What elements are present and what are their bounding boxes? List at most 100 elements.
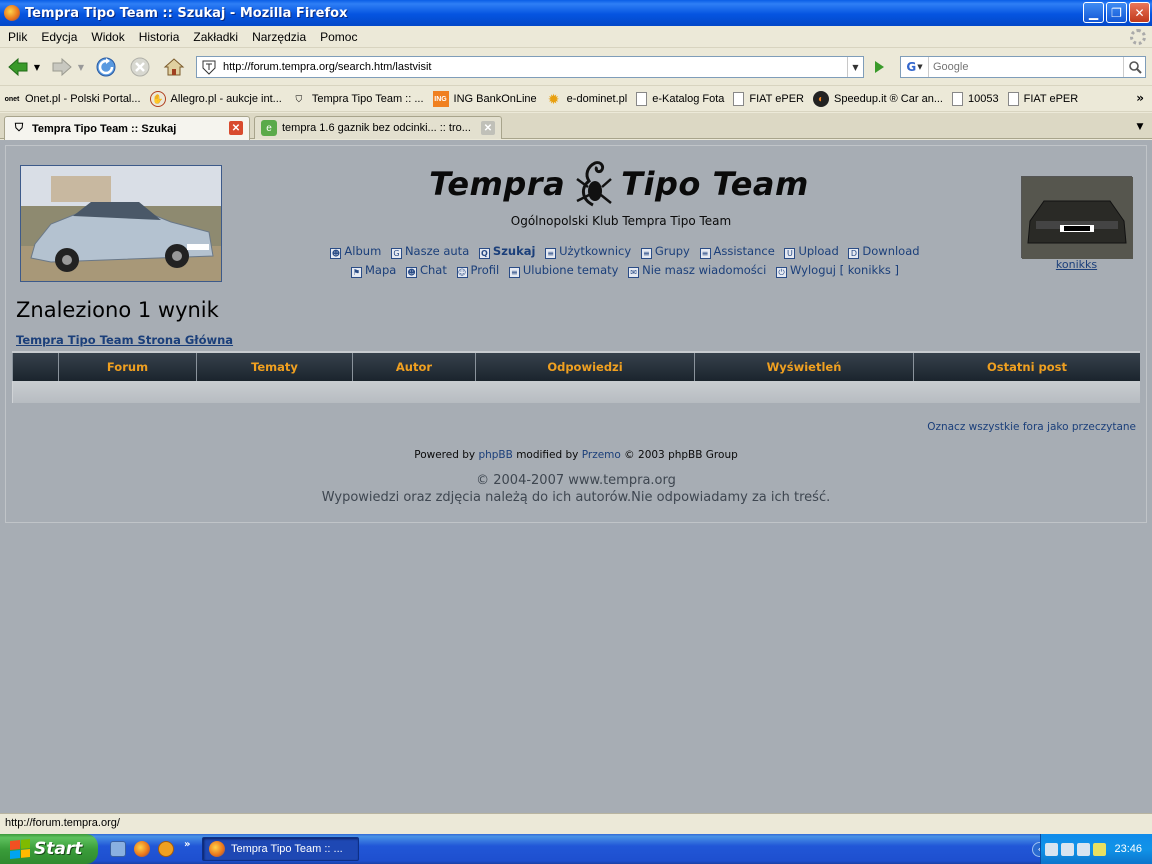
page-title: Znaleziono 1 wynik xyxy=(16,298,219,322)
avatar-username[interactable]: konikks xyxy=(1021,258,1132,271)
menu-narzedzia[interactable]: Narzędzia xyxy=(246,30,314,44)
search-engine-selector[interactable]: G ▼ xyxy=(901,57,929,77)
system-tray: 23:46 xyxy=(1040,834,1152,864)
page-icon xyxy=(636,92,648,106)
firefox-icon xyxy=(4,5,20,21)
nav-ulubione[interactable]: ≡ Ulubione tematy xyxy=(508,263,618,278)
page-icon xyxy=(1007,92,1019,106)
clock: 23:46 xyxy=(1114,843,1142,855)
bookmark-onet[interactable]: onet Onet.pl - Polski Portal... xyxy=(4,91,141,107)
menu-zakladki[interactable]: Zakładki xyxy=(187,30,246,44)
quicklaunch-overflow-icon[interactable]: » xyxy=(184,839,190,850)
close-tab-icon[interactable]: ✕ xyxy=(481,121,495,135)
search-input[interactable] xyxy=(929,61,1123,73)
taskbar-item-firefox[interactable]: Tempra Tipo Team :: ... xyxy=(202,837,359,861)
messages-icon: ✉ xyxy=(628,267,640,278)
home-button[interactable] xyxy=(162,55,186,79)
phpbb-link[interactable]: phpBB xyxy=(478,449,512,461)
profile-icon: ☺ xyxy=(456,267,468,278)
nav-download[interactable]: D Download xyxy=(848,244,920,259)
users-icon: ≡ xyxy=(545,248,557,259)
minimize-button[interactable]: ▁ xyxy=(1083,2,1104,23)
bookmark-ekatalog[interactable]: e-Katalog Fota xyxy=(636,92,724,106)
nav-uzytkownicy[interactable]: ≡ Użytkownicy xyxy=(545,244,631,259)
go-button[interactable] xyxy=(868,57,890,77)
mark-all-read-link[interactable]: Oznacz wszystkie fora jako przeczytane xyxy=(927,421,1136,433)
bookmark-speedup[interactable]: ◐ Speedup.it ® Car an... xyxy=(812,91,943,107)
volume-icon[interactable] xyxy=(1061,842,1075,856)
menu-widok[interactable]: Widok xyxy=(85,30,132,44)
menu-edycja[interactable]: Edycja xyxy=(35,30,85,44)
column-header-autor: Autor xyxy=(352,351,476,381)
bookmark-fiat-eper-2[interactable]: FIAT ePER xyxy=(1007,92,1078,106)
start-button[interactable]: Start xyxy=(0,834,98,864)
taskbar: Start » Tempra Tipo Team :: ... ‹ 23:46 xyxy=(0,834,1152,864)
maximize-button[interactable]: ❐ xyxy=(1106,2,1127,23)
nav-profil[interactable]: ☺ Profil xyxy=(456,263,499,278)
bookmark-tempra[interactable]: ⛉ Tempra Tipo Team :: ... xyxy=(291,91,423,107)
nav-grupy[interactable]: ≡ Grupy xyxy=(640,244,690,259)
avatar[interactable] xyxy=(1021,176,1133,259)
results-table: Forum Tematy Autor Odpowiedzi Wyświetleń… xyxy=(12,351,1140,403)
powered-by: Powered by phpBB modified by Przemo © 20… xyxy=(414,449,738,461)
windows-logo-icon xyxy=(10,838,30,860)
close-button[interactable]: ✕ xyxy=(1129,2,1150,23)
bookmark-ing[interactable]: ING ING BankOnLine xyxy=(432,91,537,107)
back-button[interactable] xyxy=(6,55,30,79)
tab-list-dropdown[interactable]: ▼ xyxy=(1130,116,1150,138)
google-icon: G xyxy=(906,60,917,74)
network-icon[interactable] xyxy=(1045,842,1059,856)
nav-wiadomosci[interactable]: ✉ Nie masz wiadomości xyxy=(628,263,766,278)
menu-historia[interactable]: Historia xyxy=(133,30,188,44)
menu-pomoc[interactable]: Pomoc xyxy=(314,30,365,44)
tab-tempra-gaznik[interactable]: e tempra 1.6 gaznik bez odcinki... :: tr… xyxy=(254,116,502,139)
site-favicon-icon: e xyxy=(261,120,277,136)
bookmark-edominet[interactable]: ✹ e-dominet.pl xyxy=(546,91,627,107)
battery-icon[interactable] xyxy=(1093,842,1107,856)
ing-icon: ING xyxy=(432,91,449,107)
window-title: Tempra Tipo Team :: Szukaj - Mozilla Fir… xyxy=(25,5,348,21)
footer-copyright: © 2004-2007 www.tempra.org Wypowiedzi or… xyxy=(0,472,1152,506)
bookmark-10053[interactable]: 10053 xyxy=(952,92,999,106)
breadcrumb[interactable]: Tempra Tipo Team Strona Główna xyxy=(16,333,233,347)
window-titlebar[interactable]: Tempra Tipo Team :: Szukaj - Mozilla Fir… xyxy=(0,0,1152,26)
car-icon: G xyxy=(390,248,402,259)
url-history-dropdown[interactable]: ▼ xyxy=(847,57,863,77)
menu-plik[interactable]: Plik xyxy=(2,30,35,44)
nav-wyloguj[interactable]: ⏻ Wyloguj [ konikks ] xyxy=(775,263,899,278)
nav-upload[interactable]: U Upload xyxy=(784,244,839,259)
przemo-link[interactable]: Przemo xyxy=(582,449,621,461)
search-button[interactable] xyxy=(1123,57,1145,77)
back-dropdown-button[interactable]: ▼ xyxy=(32,55,42,79)
url-bar[interactable]: ▼ xyxy=(196,56,864,78)
forum-logo[interactable]: Tempra Tipo Team xyxy=(426,158,812,210)
tempra-icon: ⛉ xyxy=(295,93,303,104)
forward-dropdown-button[interactable]: ▼ xyxy=(76,55,86,79)
column-header-odpowiedzi: Odpowiedzi xyxy=(475,351,695,381)
onet-icon: onet xyxy=(4,95,20,103)
bookmarks-overflow-chevron-icon[interactable]: » xyxy=(1136,91,1144,105)
stop-button[interactable] xyxy=(128,55,152,79)
site-favicon-icon xyxy=(202,60,216,75)
nav-album[interactable]: ☻ Album xyxy=(330,244,381,259)
scorpion-icon xyxy=(576,161,613,207)
url-input[interactable] xyxy=(223,61,847,73)
show-desktop-icon[interactable] xyxy=(110,841,126,857)
messenger-quicklaunch-icon[interactable] xyxy=(158,841,174,857)
forward-button[interactable] xyxy=(50,55,74,79)
bookmark-fiat-eper-1[interactable]: FIAT ePER xyxy=(733,92,804,106)
printer-icon[interactable] xyxy=(1077,842,1091,856)
copyright-line: © 2004-2007 www.tempra.org xyxy=(476,473,676,488)
bookmark-allegro[interactable]: ✋ Allegro.pl - aukcje int... xyxy=(149,91,282,107)
tab-szukaj[interactable]: ⛉ Tempra Tipo Team :: Szukaj ✕ xyxy=(4,116,250,140)
firefox-quicklaunch-icon[interactable] xyxy=(134,841,150,857)
nav-chat[interactable]: ☻ Chat xyxy=(405,263,447,278)
search-box[interactable]: G ▼ xyxy=(900,56,1146,78)
nav-assistance[interactable]: ≡ Assistance xyxy=(699,244,775,259)
reload-button[interactable] xyxy=(94,55,118,79)
close-tab-icon[interactable]: ✕ xyxy=(229,121,243,135)
nav-mapa[interactable]: ⚑ Mapa xyxy=(351,263,396,278)
nav-szukaj[interactable]: Q Szukaj xyxy=(478,244,535,259)
status-bar: http://forum.tempra.org/ xyxy=(0,813,1152,834)
nav-nasze-auta[interactable]: G Nasze auta xyxy=(390,244,469,259)
